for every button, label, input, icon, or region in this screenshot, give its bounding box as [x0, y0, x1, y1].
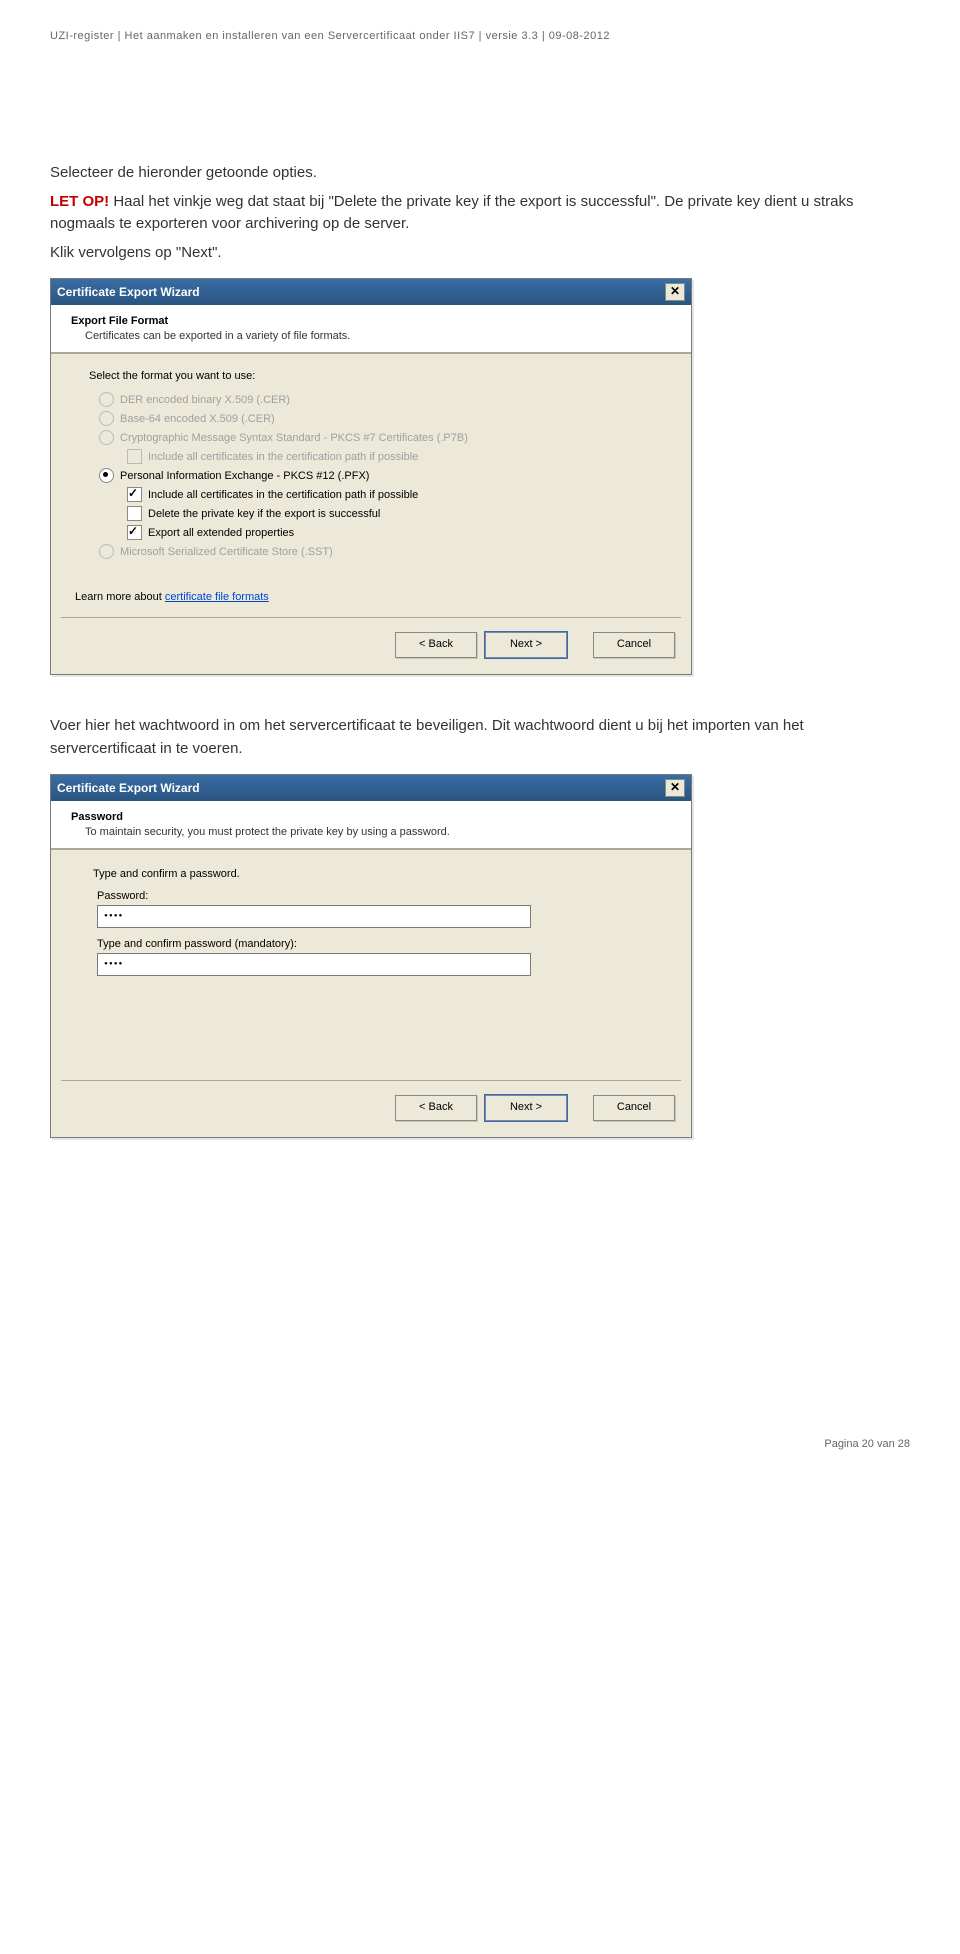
check-pfx-export-ext-label: Export all extended properties	[148, 527, 294, 539]
format-intro: Select the format you want to use:	[89, 370, 667, 382]
check-pfx-delete-label: Delete the private key if the export is …	[148, 508, 380, 520]
back-button[interactable]: < Back	[395, 632, 477, 658]
dialog-title: Certificate Export Wizard	[57, 781, 200, 795]
check-pfx-delete-key[interactable]: Delete the private key if the export is …	[89, 506, 667, 521]
export-wizard-dialog-password: Certificate Export Wizard ✕ Password To …	[50, 774, 692, 1138]
cancel-button[interactable]: Cancel	[593, 1095, 675, 1121]
mid-text: Voer hier het wachtwoord in om het serve…	[50, 715, 910, 760]
button-row: < Back Next > Cancel	[51, 618, 691, 674]
wizard-header: Password To maintain security, you must …	[51, 801, 691, 849]
radio-icon	[99, 392, 114, 407]
warn-label: LET OP!	[50, 193, 109, 210]
confirm-label: Type and confirm password (mandatory):	[97, 938, 659, 950]
radio-icon	[99, 430, 114, 445]
next-button[interactable]: Next >	[485, 632, 567, 658]
checkbox-icon	[127, 525, 142, 540]
dialog-title: Certificate Export Wizard	[57, 285, 200, 299]
radio-icon	[99, 544, 114, 559]
radio-base64: Base-64 encoded X.509 (.CER)	[89, 411, 667, 426]
check-pfx-include-label: Include all certificates in the certific…	[148, 489, 418, 501]
wizard-heading: Password	[71, 811, 673, 823]
wizard-subheading: Certificates can be exported in a variet…	[71, 330, 673, 342]
check-pkcs7-include-label: Include all certificates in the certific…	[148, 451, 418, 463]
radio-der-label: DER encoded binary X.509 (.CER)	[120, 394, 290, 406]
learn-more: Learn more about certificate file format…	[51, 573, 691, 603]
export-wizard-dialog-format: Certificate Export Wizard ✕ Export File …	[50, 278, 692, 675]
wizard-body: Select the format you want to use: DER e…	[51, 354, 691, 573]
intro-warning: LET OP! Haal het vinkje weg dat staat bi…	[50, 191, 910, 236]
radio-icon	[99, 411, 114, 426]
radio-pfx-label: Personal Information Exchange - PKCS #12…	[120, 470, 369, 482]
radio-der: DER encoded binary X.509 (.CER)	[89, 392, 667, 407]
password-label: Password:	[97, 890, 659, 902]
intro-block: Selecteer de hieronder getoonde opties. …	[50, 162, 910, 264]
intro-line1: Selecteer de hieronder getoonde opties.	[50, 162, 910, 185]
mid-text-line: Voer hier het wachtwoord in om het serve…	[50, 715, 910, 760]
radio-sst: Microsoft Serialized Certificate Store (…	[89, 544, 667, 559]
password-body: Type and confirm a password. Password: •…	[51, 850, 691, 986]
radio-b64-label: Base-64 encoded X.509 (.CER)	[120, 413, 275, 425]
close-icon[interactable]: ✕	[665, 283, 685, 301]
radio-icon	[99, 468, 114, 483]
wizard-subheading: To maintain security, you must protect t…	[71, 826, 673, 838]
checkbox-icon	[127, 506, 142, 521]
intro-line3: Klik vervolgens op "Next".	[50, 242, 910, 265]
check-pfx-include-path[interactable]: Include all certificates in the certific…	[89, 487, 667, 502]
intro-line2: Haal het vinkje weg dat staat bij "Delet…	[50, 193, 854, 233]
check-pfx-export-ext[interactable]: Export all extended properties	[89, 525, 667, 540]
titlebar: Certificate Export Wizard ✕	[51, 279, 691, 305]
learn-link[interactable]: certificate file formats	[165, 591, 269, 603]
radio-pfx[interactable]: Personal Information Exchange - PKCS #12…	[89, 468, 667, 483]
radio-pkcs7-label: Cryptographic Message Syntax Standard - …	[120, 432, 468, 444]
checkbox-icon	[127, 487, 142, 502]
wizard-heading: Export File Format	[71, 315, 673, 327]
page-footer: Pagina 20 van 28	[50, 1438, 910, 1450]
password-intro: Type and confirm a password.	[93, 868, 659, 880]
check-pkcs7-include: Include all certificates in the certific…	[89, 449, 667, 464]
button-row: < Back Next > Cancel	[51, 1081, 691, 1137]
radio-sst-label: Microsoft Serialized Certificate Store (…	[120, 546, 333, 558]
next-button[interactable]: Next >	[485, 1095, 567, 1121]
titlebar: Certificate Export Wizard ✕	[51, 775, 691, 801]
close-icon[interactable]: ✕	[665, 779, 685, 797]
learn-prefix: Learn more about	[75, 591, 165, 603]
page-header-meta: UZI-register | Het aanmaken en installer…	[50, 30, 910, 42]
wizard-header: Export File Format Certificates can be e…	[51, 305, 691, 353]
radio-pkcs7: Cryptographic Message Syntax Standard - …	[89, 430, 667, 445]
checkbox-icon	[127, 449, 142, 464]
back-button[interactable]: < Back	[395, 1095, 477, 1121]
password-input[interactable]: ••••	[97, 905, 531, 928]
confirm-password-input[interactable]: ••••	[97, 953, 531, 976]
cancel-button[interactable]: Cancel	[593, 632, 675, 658]
